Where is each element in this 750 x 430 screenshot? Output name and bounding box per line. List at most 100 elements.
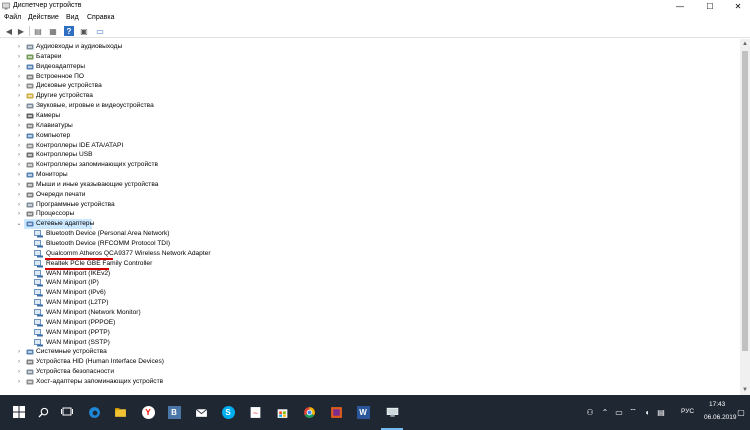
expand-arrow-right-icon[interactable]: › (16, 72, 22, 82)
people-icon[interactable]: ⚇ (585, 407, 595, 417)
pdf-reader-icon[interactable]: ~ (244, 401, 266, 423)
tree-device-item[interactable]: WAN Miniport (IP) (0, 278, 400, 288)
tree-category[interactable]: › Клавиатуры (0, 121, 400, 131)
tree-device-item[interactable]: WAN Miniport (IPv6) (0, 288, 400, 298)
properties-icon[interactable]: ▤ (33, 26, 43, 36)
tree-category[interactable]: › Контроллеры IDE ATA/ATAPI (0, 141, 400, 151)
list-view-icon[interactable]: ▦ (48, 26, 58, 36)
tree-category[interactable]: › Камеры (0, 111, 400, 121)
yandex-browser-icon[interactable]: Y (137, 401, 159, 423)
language-indicator[interactable]: РУС (681, 408, 694, 415)
menu-action[interactable]: Действие (28, 14, 59, 21)
expand-arrow-right-icon[interactable]: › (16, 62, 22, 72)
word-icon[interactable]: W (352, 401, 374, 423)
chrome-icon[interactable] (298, 401, 320, 423)
expand-arrow-right-icon[interactable]: › (16, 121, 22, 131)
tree-category[interactable]: › Видеоадаптеры (0, 62, 400, 72)
tree-device-item[interactable]: Bluetooth Device (RFCOMM Protocol TDI) (0, 239, 400, 249)
forward-arrow-icon[interactable]: ▶ (16, 26, 26, 36)
expand-arrow-right-icon[interactable]: › (16, 367, 22, 377)
scroll-up-arrow-icon[interactable]: ▲ (740, 39, 750, 49)
battery-tray-icon[interactable]: ▭ (614, 407, 624, 417)
tree-device-item[interactable]: WAN Miniport (PPTP) (0, 328, 400, 338)
clock-date[interactable]: 06.06.2019 (704, 414, 737, 421)
store-icon[interactable] (271, 401, 293, 423)
expand-arrow-right-icon[interactable]: › (16, 347, 22, 357)
edge-icon[interactable] (83, 401, 105, 423)
expand-arrow-down-icon[interactable]: ⌄ (16, 219, 22, 229)
photos-icon[interactable] (325, 401, 347, 423)
expand-arrow-right-icon[interactable]: › (16, 377, 22, 387)
expand-arrow-right-icon[interactable]: › (16, 101, 22, 111)
expand-arrow-right-icon[interactable]: › (16, 91, 22, 101)
tree-category[interactable]: › Мониторы (0, 170, 400, 180)
tree-category[interactable]: › Контроллеры USB (0, 150, 400, 160)
expand-arrow-right-icon[interactable]: › (16, 131, 22, 141)
expand-arrow-right-icon[interactable]: › (16, 357, 22, 367)
tree-category[interactable]: › Аудиовходы и аудиовыходы (0, 42, 400, 52)
expand-arrow-right-icon[interactable]: › (16, 52, 22, 62)
maximize-button[interactable]: ☐ (696, 0, 724, 12)
tree-category[interactable]: › Устройства безопасности (0, 367, 400, 377)
tree-category[interactable]: › Батареи (0, 52, 400, 62)
back-arrow-icon[interactable]: ◀ (4, 26, 14, 36)
tree-category[interactable]: › Контроллеры запоминающих устройств (0, 160, 400, 170)
help-icon[interactable]: ? (64, 26, 74, 36)
mail-icon[interactable] (190, 401, 212, 423)
expand-arrow-right-icon[interactable]: › (16, 209, 22, 219)
tree-device-item[interactable]: WAN Miniport (Network Monitor) (0, 308, 400, 318)
menu-file[interactable]: Файл (4, 14, 21, 21)
tree-category[interactable]: ⌄ Сетевые адаптеры (0, 219, 400, 230)
tree-category[interactable]: › Компьютер (0, 131, 400, 141)
title-bar[interactable]: Диспетчер устройств — ☐ ✕ (0, 0, 750, 12)
expand-arrow-right-icon[interactable]: › (16, 160, 22, 170)
tree-category[interactable]: › Мыши и иные указывающие устройства (0, 180, 400, 190)
start-icon[interactable] (8, 401, 30, 423)
tree-device-item[interactable]: WAN Miniport (L2TP) (0, 298, 400, 308)
notifications-icon[interactable]: ▢ (736, 407, 746, 417)
expand-arrow-right-icon[interactable]: › (16, 150, 22, 160)
keyboard-tray-icon[interactable]: ▤ (656, 407, 666, 417)
chevron-up-icon[interactable]: ⌃ (600, 407, 610, 417)
network-tray-icon[interactable]: ⌔ (628, 407, 638, 417)
scroll-down-arrow-icon[interactable]: ▼ (740, 385, 750, 395)
tree-device-item[interactable]: WAN Miniport (SSTP) (0, 338, 400, 348)
volume-icon[interactable]: ◖ (642, 407, 652, 417)
skype-icon[interactable]: S (217, 401, 239, 423)
clock-time[interactable]: 17:43 (709, 401, 725, 408)
expand-arrow-right-icon[interactable]: › (16, 42, 22, 52)
file-explorer-icon[interactable] (109, 401, 131, 423)
tree-device-item[interactable]: Bluetooth Device (Personal Area Network) (0, 229, 400, 239)
tree-category[interactable]: › Системные устройства (0, 347, 400, 357)
tree-device-item[interactable]: WAN Miniport (IKEv2) (0, 269, 400, 279)
expand-arrow-right-icon[interactable]: › (16, 180, 22, 190)
menu-help[interactable]: Справка (87, 14, 114, 21)
minimize-button[interactable]: — (666, 0, 694, 12)
task-view-icon[interactable] (56, 401, 78, 423)
tree-category[interactable]: › Устройства HID (Human Interface Devices… (0, 357, 400, 367)
tree-category[interactable]: › Очереди печати (0, 190, 400, 200)
search-icon[interactable] (32, 401, 54, 423)
expand-arrow-right-icon[interactable]: › (16, 170, 22, 180)
expand-arrow-right-icon[interactable]: › (16, 200, 22, 210)
tree-category[interactable]: › Встроенное ПО (0, 72, 400, 82)
device-view-icon[interactable]: ▣ (79, 26, 89, 36)
tree-category[interactable]: › Хост-адаптеры запоминающих устройств (0, 377, 400, 387)
close-button[interactable]: ✕ (724, 0, 750, 12)
tree-category[interactable]: › Другие устройства (0, 91, 400, 101)
scroll-thumb[interactable] (742, 51, 748, 351)
monitor-icon[interactable]: ▭ (95, 26, 105, 36)
tree-device-item[interactable]: WAN Miniport (PPPOE) (0, 318, 400, 328)
expand-arrow-right-icon[interactable]: › (16, 81, 22, 91)
tree-category[interactable]: › Звуковые, игровые и видеоустройства (0, 101, 400, 111)
tree-category[interactable]: › Дисковые устройства (0, 81, 400, 91)
expand-arrow-right-icon[interactable]: › (16, 141, 22, 151)
vertical-scrollbar[interactable]: ▲ ▼ (740, 39, 750, 395)
device-manager-taskbar-icon[interactable] (381, 401, 403, 423)
expand-arrow-right-icon[interactable]: › (16, 190, 22, 200)
menu-view[interactable]: Вид (66, 14, 79, 21)
tree-category[interactable]: › Программные устройства (0, 200, 400, 210)
vk-icon[interactable]: B (163, 401, 185, 423)
expand-arrow-right-icon[interactable]: › (16, 111, 22, 121)
tree-category[interactable]: › Процессоры (0, 209, 400, 219)
